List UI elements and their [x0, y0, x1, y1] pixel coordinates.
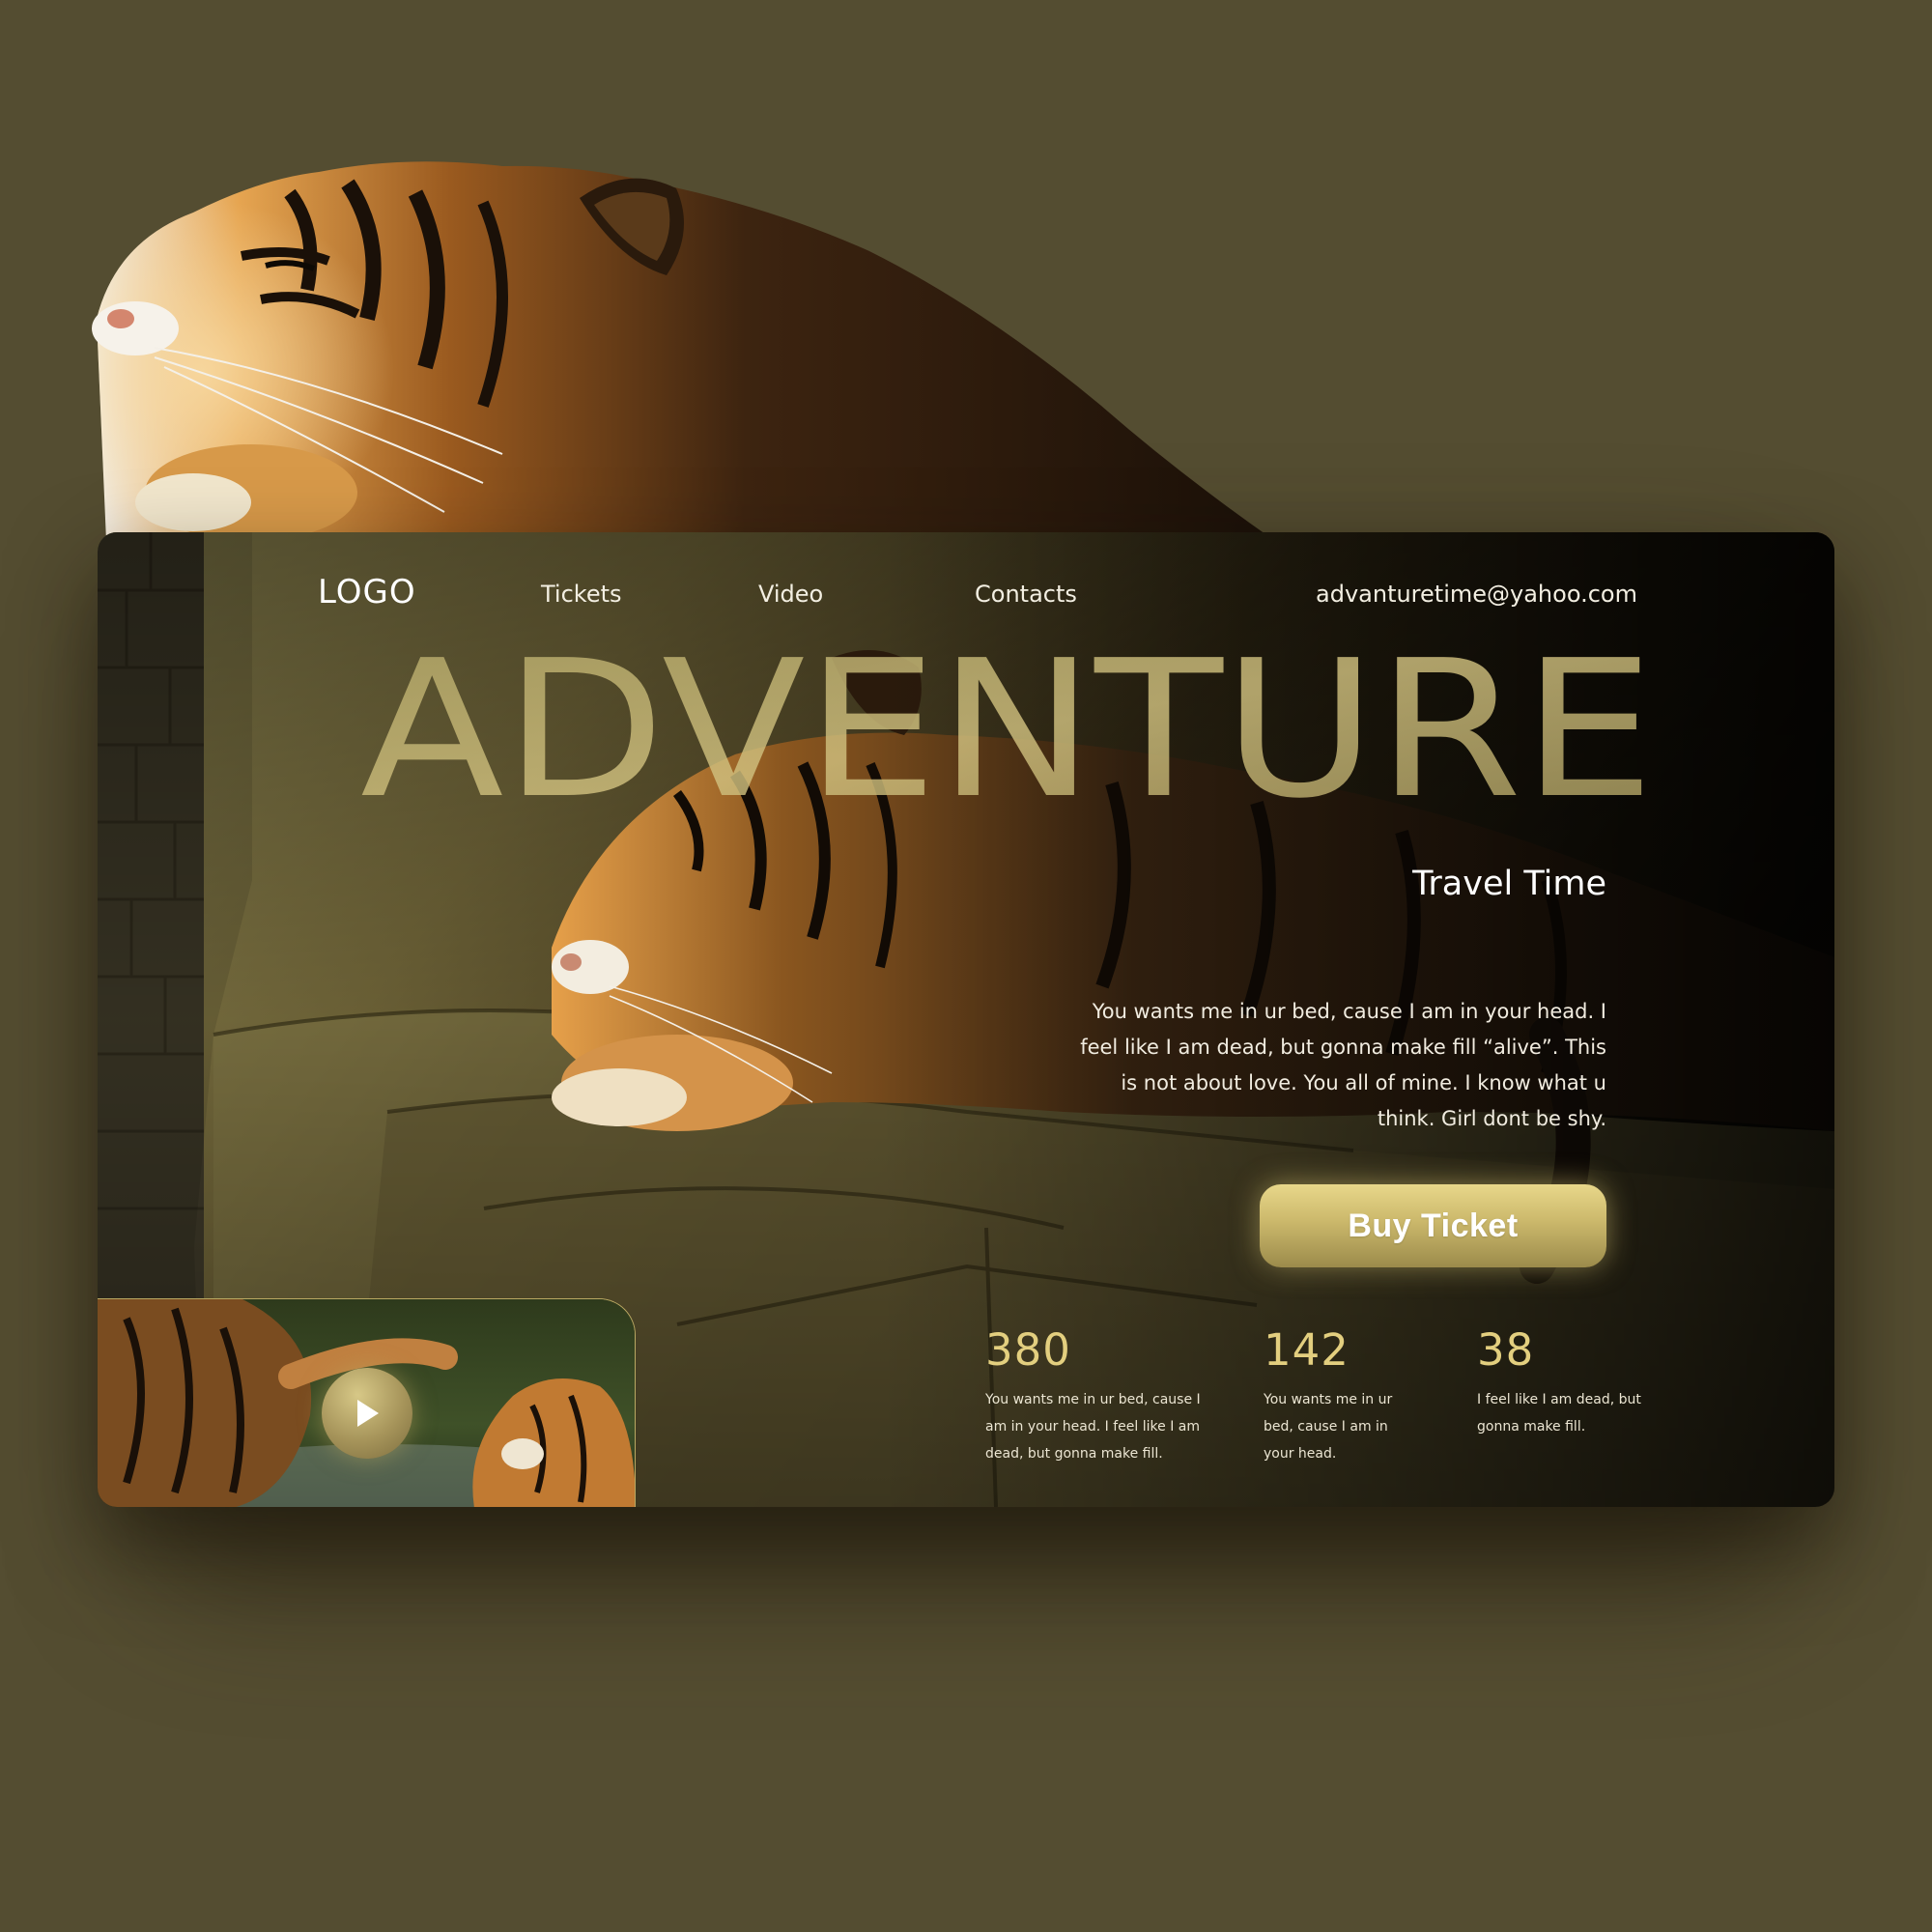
nav-link-tickets[interactable]: Tickets — [541, 581, 622, 608]
stat-number: 142 — [1264, 1324, 1350, 1376]
stat-item: 142 You wants me in ur bed, cause I am i… — [1264, 1326, 1418, 1467]
site-logo[interactable]: LOGO — [318, 573, 416, 611]
nav-link-video[interactable]: Video — [758, 581, 823, 608]
stat-item: 380 You wants me in ur bed, cause I am i… — [985, 1326, 1208, 1467]
hero-description: You wants me in ur bed, cause I am in yo… — [1080, 1000, 1606, 1130]
video-play-button[interactable] — [322, 1368, 412, 1459]
hero-card: LOGO Tickets Video Contacts advanturetim… — [98, 532, 1834, 1507]
stat-item: 38 I feel like I am dead, but gonna make… — [1477, 1326, 1641, 1440]
buy-ticket-button[interactable]: Buy Ticket — [1260, 1184, 1606, 1267]
nav-link-contacts[interactable]: Contacts — [975, 581, 1077, 608]
stat-description: You wants me in ur bed, cause I am in yo… — [1264, 1392, 1393, 1462]
video-thumbnail[interactable] — [98, 1298, 636, 1507]
contact-email-link[interactable]: advanturetime@yahoo.com — [1316, 581, 1637, 608]
stat-description: I feel like I am dead, but gonna make fi… — [1477, 1392, 1641, 1435]
stat-number: 38 — [1477, 1324, 1535, 1376]
stat-number: 380 — [985, 1324, 1071, 1376]
play-icon — [357, 1400, 379, 1427]
hero-subtitle: Travel Time — [1412, 865, 1606, 903]
stat-description: You wants me in ur bed, cause I am in yo… — [985, 1392, 1201, 1462]
landing-scene: LOGO Tickets Video Contacts advanturetim… — [0, 0, 1932, 1932]
tiger-overhang-image — [0, 0, 1352, 541]
